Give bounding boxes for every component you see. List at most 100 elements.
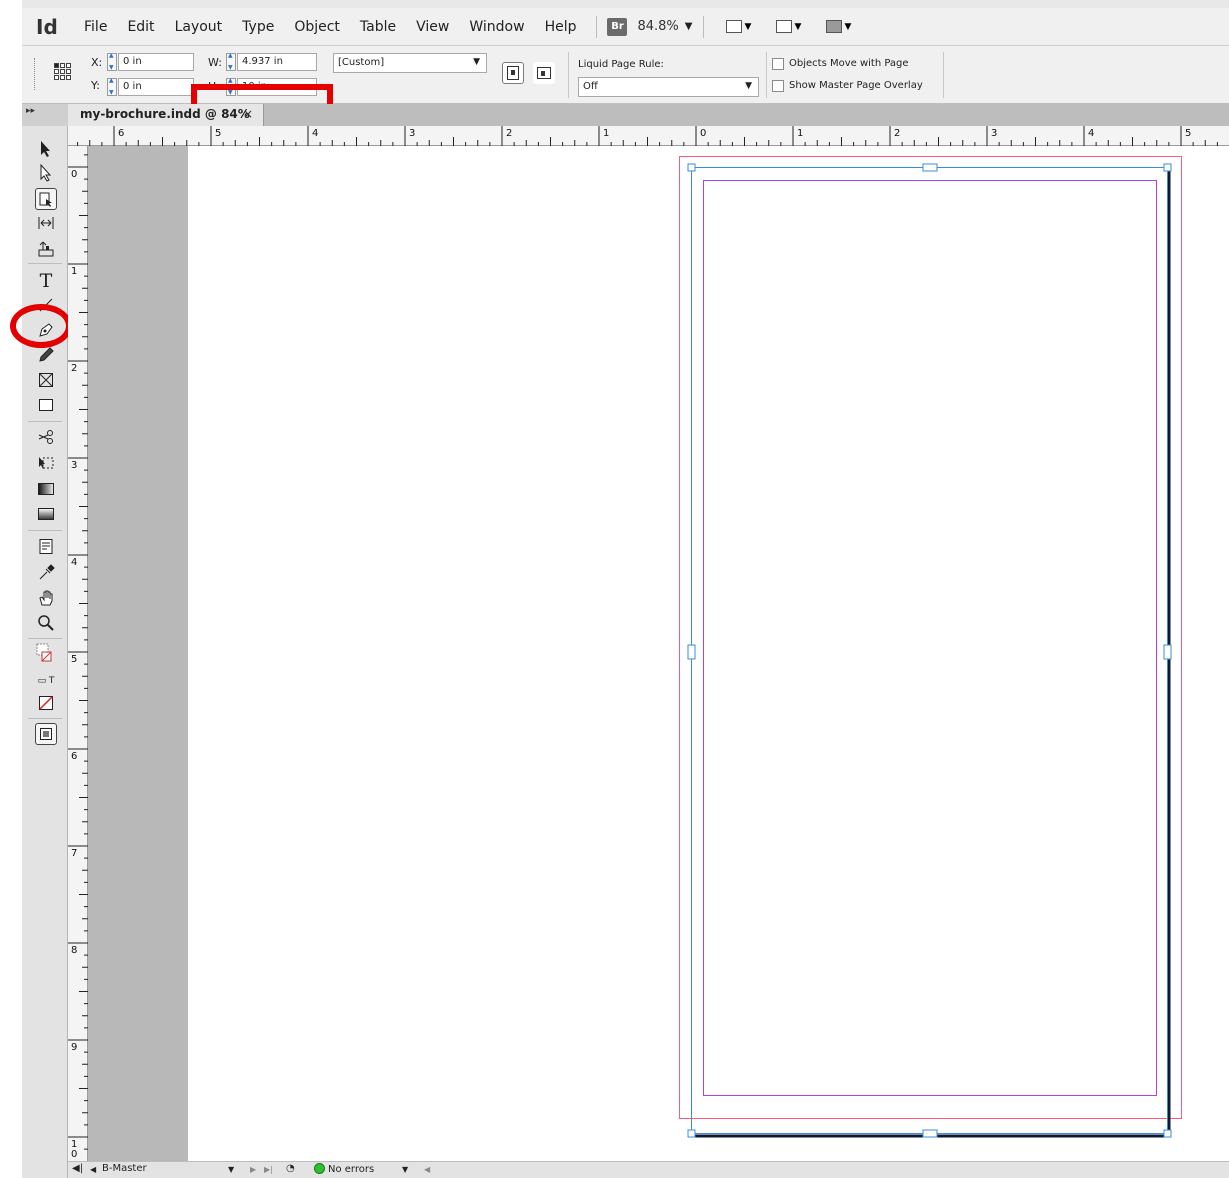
handle-top-center <box>922 163 938 172</box>
bridge-button[interactable]: Br <box>607 17 628 36</box>
objects-move-checkbox[interactable] <box>772 58 784 70</box>
screen-mode-normal-icon[interactable] <box>35 723 57 745</box>
next-page-icon[interactable]: ▶ <box>250 1165 256 1174</box>
gap-tool-icon[interactable] <box>35 212 57 234</box>
tool-separator <box>28 421 62 422</box>
rectangle-frame-tool-icon[interactable] <box>35 369 57 391</box>
page-size-preset-select[interactable]: [Custom] ▼ <box>333 53 487 73</box>
menu-table[interactable]: Table <box>360 19 396 35</box>
tool-separator <box>28 530 62 531</box>
page-tool-icon[interactable] <box>35 188 57 210</box>
handle-bottom-center <box>922 1129 938 1138</box>
gradient-feather-tool-icon[interactable] <box>35 503 57 525</box>
ruler-label: 2 <box>894 128 900 139</box>
document-tab-title: my-brochure.indd @ 84% <box>80 107 250 121</box>
arrange-documents-button[interactable]: ▼ <box>820 16 858 38</box>
ruler-label: 3 <box>409 128 415 139</box>
chevron-down-icon: ▼ <box>744 21 752 32</box>
view-options-button[interactable]: ▼ <box>720 16 758 38</box>
page-number-field[interactable]: B-Master <box>102 1163 147 1174</box>
eyedropper-tool-icon[interactable] <box>35 562 57 584</box>
menu-object[interactable]: Object <box>294 19 340 35</box>
preflight-menu-icon[interactable]: ▼ <box>402 1165 408 1174</box>
ruler-label: 5 <box>215 128 221 139</box>
menu-edit[interactable]: Edit <box>127 19 154 35</box>
ruler-label: 6 <box>71 751 77 762</box>
handle-middle-right <box>1163 644 1172 660</box>
control-panel: X: 0 in Y: 0 in W: 4.937 in H: 10 in [Cu… <box>22 46 1229 127</box>
handle-top-left <box>687 163 696 172</box>
ruler-label: 2 <box>506 128 512 139</box>
portrait-orientation-button[interactable] <box>502 62 524 84</box>
show-master-overlay-checkbox[interactable] <box>772 80 784 92</box>
screen-mode-button[interactable]: ▼ <box>770 16 808 38</box>
ruler-label: 3 <box>71 460 77 471</box>
preflight-ok-icon <box>314 1163 325 1174</box>
ruler-label: 3 <box>991 128 997 139</box>
ruler-label: 5 <box>71 654 77 665</box>
document-tab[interactable]: my-brochure.indd @ 84% × <box>68 104 264 126</box>
scroll-left-icon[interactable]: ◀ <box>424 1165 430 1174</box>
zoom-level[interactable]: 84.8% <box>637 19 678 34</box>
last-page-icon[interactable]: ▶| <box>264 1165 273 1174</box>
content-collector-tool-icon[interactable] <box>35 238 57 260</box>
page-tool-highlight <box>10 304 72 348</box>
vertical-ruler[interactable]: 012345678910 <box>68 146 88 1161</box>
view-options-icon <box>725 20 742 33</box>
arrange-documents-icon <box>825 20 842 33</box>
tools-panel-collapse[interactable]: ▸▸ <box>22 104 68 126</box>
zoom-tool-icon[interactable] <box>35 612 57 634</box>
landscape-icon <box>537 67 551 79</box>
show-master-overlay-label: Show Master Page Overlay <box>789 80 923 91</box>
page-artwork <box>679 156 1182 1138</box>
bleed-guide <box>679 156 1182 1119</box>
indesign-window: Id File Edit Layout Type Object Table Vi… <box>10 0 1229 1178</box>
horizontal-ruler[interactable]: 6 5 4 3 2 1 0 1 2 3 4 5 <box>68 126 1229 146</box>
apply-none-icon[interactable] <box>35 692 57 714</box>
preflight-status[interactable]: No errors <box>314 1163 374 1175</box>
handle-top-right <box>1163 163 1172 172</box>
menu-separator <box>596 15 598 38</box>
y-stepper[interactable] <box>107 77 117 96</box>
w-stepper[interactable] <box>226 52 236 71</box>
free-transform-tool-icon[interactable] <box>35 452 57 474</box>
handle-middle-left <box>687 644 696 660</box>
open-document-icon[interactable]: ◔ <box>286 1163 295 1174</box>
width-field[interactable]: 4.937 in <box>237 53 317 71</box>
type-tool-icon[interactable]: T <box>35 270 57 292</box>
menu-view[interactable]: View <box>416 19 449 35</box>
tool-separator <box>28 718 62 719</box>
selection-tool-icon[interactable] <box>35 138 57 160</box>
menu-window[interactable]: Window <box>469 19 524 35</box>
previous-page-icon[interactable]: ◀ <box>90 1165 96 1174</box>
liquid-page-rule-select[interactable]: Off ▼ <box>578 77 759 97</box>
close-icon[interactable]: × <box>243 107 253 121</box>
first-page-icon[interactable]: ◀| <box>72 1163 83 1174</box>
liquid-page-rule-label: Liquid Page Rule: <box>578 59 664 70</box>
x-stepper[interactable] <box>107 52 117 71</box>
chevron-down-icon: ▼ <box>473 57 480 67</box>
hand-tool-icon[interactable] <box>35 587 57 609</box>
formatting-container-text-icon[interactable]: ▭ T <box>35 670 57 692</box>
rectangle-tool-icon[interactable] <box>35 394 57 416</box>
page-dropdown-icon[interactable]: ▼ <box>228 1165 234 1174</box>
status-bar: ◀| ◀ B-Master ▼ ▶ ▶| ◔ No errors ▼ ◀ <box>68 1161 1229 1178</box>
menu-file[interactable]: File <box>84 19 107 35</box>
pasteboard[interactable] <box>88 146 1229 1161</box>
direct-selection-tool-icon[interactable] <box>35 162 57 184</box>
menu-type[interactable]: Type <box>242 19 274 35</box>
menu-layout[interactable]: Layout <box>175 19 223 35</box>
landscape-orientation-button[interactable] <box>533 62 555 84</box>
fill-stroke-swatch-icon[interactable] <box>35 643 57 665</box>
gradient-swatch-tool-icon[interactable] <box>35 478 57 500</box>
scissors-tool-icon[interactable] <box>35 426 57 448</box>
ruler-label: 4 <box>71 557 77 568</box>
menu-help[interactable]: Help <box>545 19 577 35</box>
zoom-dropdown-icon[interactable]: ▼ <box>685 21 693 32</box>
panel-grip[interactable] <box>34 58 37 90</box>
y-field[interactable]: 0 in <box>118 78 194 96</box>
note-tool-icon[interactable] <box>35 536 57 558</box>
reference-point-icon[interactable] <box>54 58 72 84</box>
ruler-label: 6 <box>118 128 124 139</box>
x-field[interactable]: 0 in <box>118 53 194 71</box>
